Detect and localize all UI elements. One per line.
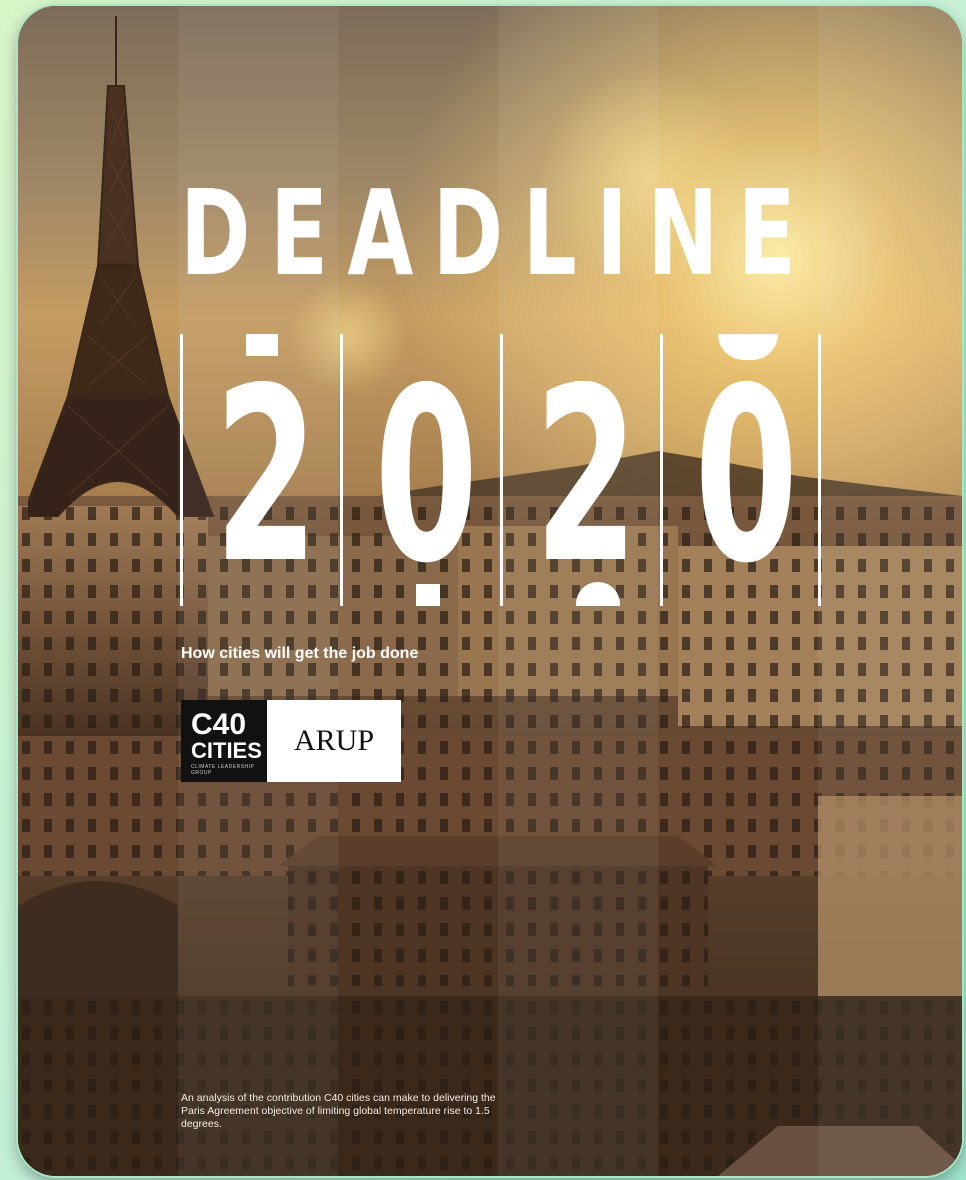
year-digit-3: 2 bbox=[534, 336, 639, 616]
c40-logo-tagline: CLIMATE LEADERSHIP GROUP bbox=[191, 764, 255, 776]
year-divider bbox=[660, 334, 663, 606]
flip-fragment bbox=[416, 584, 440, 606]
year-divider bbox=[340, 334, 343, 606]
year-divider bbox=[818, 334, 821, 606]
cover-title: DEADLINE bbox=[180, 164, 816, 302]
overlay-stripe bbox=[818, 6, 962, 1176]
c40-cities-logo: C40 CITIES CLIMATE LEADERSHIP GROUP bbox=[181, 700, 267, 782]
year-digit-4: 0 bbox=[694, 336, 799, 616]
year-divider bbox=[180, 334, 183, 606]
arup-logo: ARUP bbox=[267, 700, 401, 782]
year-divider bbox=[500, 334, 503, 606]
c40-logo-line1: C40 bbox=[191, 708, 247, 741]
flip-fragment bbox=[246, 334, 278, 356]
cover-description: An analysis of the contribution C40 citi… bbox=[181, 1092, 496, 1130]
c40-logo-line2: CITIES bbox=[191, 738, 262, 763]
cover-subtitle: How cities will get the job done bbox=[181, 645, 419, 662]
cover-frame: DEADLINE 2 0 2 0 How cities will get the… bbox=[18, 6, 962, 1176]
year-digit-2: 0 bbox=[374, 336, 479, 616]
year-digit-1: 2 bbox=[214, 336, 319, 616]
